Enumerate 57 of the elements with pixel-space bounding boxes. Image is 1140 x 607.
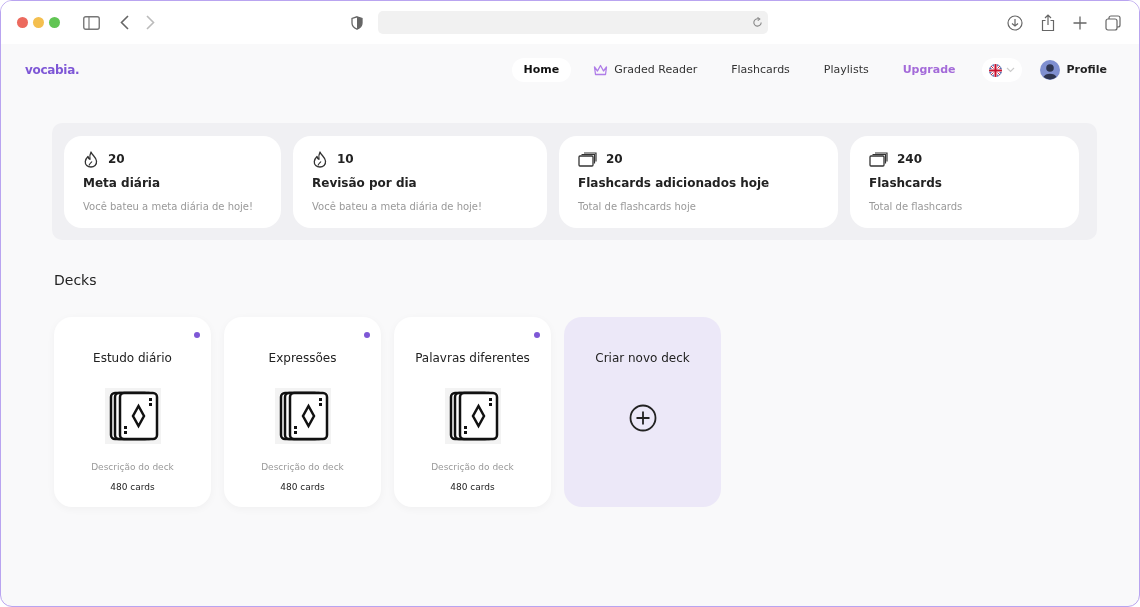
shield-icon[interactable] — [351, 15, 363, 30]
section-heading: Decks — [54, 271, 98, 290]
card-count: 480 cards — [450, 480, 495, 494]
deck-description: Descrição do deck — [91, 461, 174, 474]
deck-description: Descrição do deck — [261, 461, 344, 474]
flame-icon — [312, 150, 328, 168]
deck-card[interactable]: Expressões Descrição do deck 480 cards — [224, 317, 381, 507]
stat-title: Meta diária — [83, 174, 162, 192]
nav-link[interactable]: Home — [511, 58, 572, 82]
nav-link[interactable]: Flashcards — [719, 58, 802, 82]
cards-icon — [578, 151, 597, 167]
tabs-overview-icon[interactable] — [1105, 14, 1121, 31]
plus-icon[interactable] — [1073, 15, 1087, 30]
stat-title: Flashcards adicionados hoje — [578, 174, 771, 192]
nav-link[interactable]: Upgrade — [890, 58, 968, 82]
playing-cards-icon — [104, 388, 161, 444]
download-icon[interactable] — [1007, 14, 1023, 31]
avatar-icon[interactable] — [1039, 60, 1060, 80]
cards-icon — [869, 151, 888, 167]
deck-title: Palavras diferentes — [415, 350, 530, 367]
stat-description: Você bateu a meta diária de hoje! — [312, 199, 484, 214]
add-icon — [628, 404, 657, 432]
stat-value: 20 — [108, 151, 125, 168]
card-count: 480 cards — [280, 480, 325, 494]
language-selector[interactable] — [981, 58, 1022, 82]
maximize-window-icon[interactable] — [49, 17, 60, 28]
stat-title: Flashcards — [869, 174, 943, 192]
stat-value: 10 — [337, 151, 354, 168]
stat-description: Você bateu a meta diária de hoje! — [83, 199, 255, 214]
deck-card[interactable]: Estudo diário Descrição do deck 480 cards — [54, 317, 211, 507]
stat-title: Revisão por dia — [312, 174, 418, 192]
logo[interactable]: vocabia. — [25, 61, 80, 79]
create-deck-card[interactable]: Criar novo deck — [564, 317, 721, 507]
close-window-icon[interactable] — [17, 17, 28, 28]
flag-icon — [988, 63, 1002, 77]
profile-link[interactable]: Profile — [1066, 61, 1107, 79]
share-icon[interactable] — [1041, 13, 1055, 32]
stat-description: Total de flashcards hoje — [578, 199, 697, 214]
flame-icon — [83, 150, 99, 168]
crown-icon — [593, 64, 609, 76]
stat-value: 20 — [606, 151, 623, 168]
deck-description: Descrição do deck — [431, 461, 514, 474]
playing-cards-icon — [274, 388, 331, 444]
reload-icon[interactable] — [752, 17, 763, 28]
deck-title: Estudo diário — [93, 350, 172, 367]
nav-link[interactable]: Graded Reader — [581, 58, 710, 82]
nav-link[interactable]: Playlists — [811, 58, 881, 82]
sidebar-icon[interactable] — [83, 15, 100, 30]
deck-card[interactable]: Palavras diferentes Descrição do deck 480 cards — [394, 317, 551, 507]
stat-description: Total de flashcards — [869, 199, 964, 214]
playing-cards-icon — [444, 388, 501, 444]
deck-title: Expressões — [268, 350, 337, 367]
chevron-down-icon — [1005, 67, 1015, 73]
create-deck-label: Criar novo deck — [595, 350, 690, 367]
card-count: 480 cards — [110, 480, 155, 494]
back-icon[interactable] — [120, 15, 129, 30]
stat-value: 240 — [897, 151, 923, 168]
